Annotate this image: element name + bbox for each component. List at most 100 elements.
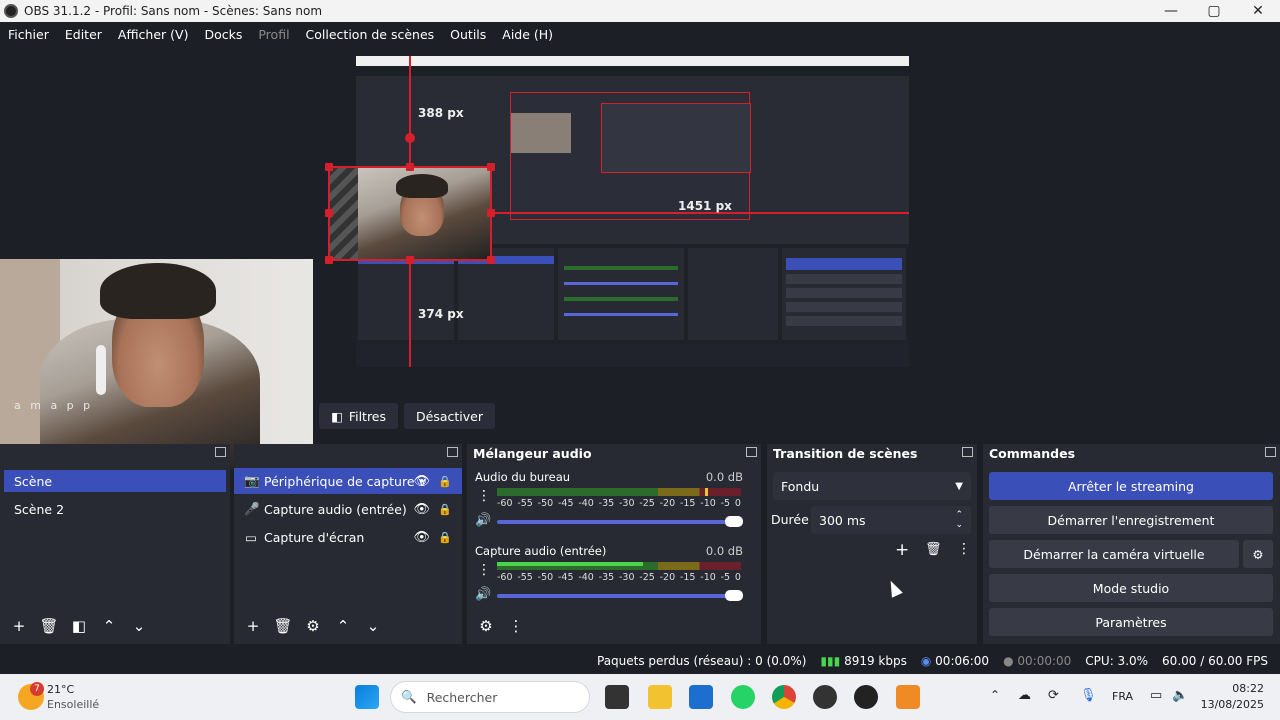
rotation-handle[interactable] [405, 133, 415, 143]
undock-icon[interactable] [215, 447, 226, 457]
resize-handle-b[interactable] [406, 256, 414, 264]
task-view-icon[interactable] [605, 685, 629, 709]
remove-scene-trash-icon[interactable]: 🗑 [36, 617, 62, 635]
start-recording-button[interactable]: Démarrer l'enregistrement [989, 506, 1273, 534]
channel-menu-icon[interactable]: ⋮ [477, 562, 491, 578]
resize-handle-l[interactable] [325, 209, 333, 217]
visibility-eye-icon[interactable]: 👁 [413, 530, 430, 545]
minimize-button[interactable]: — [1149, 0, 1193, 22]
preview-nested-taskbar [356, 344, 909, 367]
settings-button[interactable]: Paramètres [989, 608, 1273, 636]
remove-source-trash-icon[interactable]: 🗑 [270, 617, 296, 635]
source-item-audio-input[interactable]: 🎤 Capture audio (entrée) 👁 🔒 [234, 496, 462, 522]
whatsapp-icon[interactable] [731, 685, 755, 709]
menu-scene-collection[interactable]: Collection de scènes [298, 27, 443, 42]
speaker-icon[interactable]: 🔊 [475, 513, 491, 528]
transition-select[interactable]: Fondu ▼ [773, 472, 971, 500]
menu-profile[interactable]: Profil [250, 27, 297, 42]
scenes-dock: Scène Scène 2 + 🗑 ◧ ⌃ ⌄ [0, 444, 230, 644]
maximize-button[interactable]: ▢ [1192, 0, 1236, 22]
transition-menu-icon[interactable]: ⋮ [957, 541, 971, 557]
resize-handle-tl[interactable] [325, 163, 333, 171]
tray-network-icon[interactable]: ☁ [1018, 688, 1031, 703]
resize-handle-t[interactable] [406, 163, 414, 171]
menu-view[interactable]: Afficher (V) [110, 27, 197, 42]
obs-taskbar-icon-2[interactable] [854, 685, 878, 709]
transitions-dock: Transition de scènes Fondu ▼ Durée 300 m… [767, 444, 977, 644]
resize-handle-bl[interactable] [325, 256, 333, 264]
move-down-chevron-icon[interactable]: ⌄ [126, 617, 152, 635]
tray-time[interactable]: 08:22 [1208, 682, 1264, 695]
lock-icon[interactable]: 🔒 [438, 531, 452, 544]
studio-mode-button[interactable]: Mode studio [989, 574, 1273, 602]
tray-chevron-up-icon[interactable]: ⌃ [990, 688, 1000, 702]
taskbar-search[interactable]: 🔍 Rechercher [390, 681, 590, 713]
file-explorer-icon[interactable] [648, 685, 672, 709]
tray-sync-icon[interactable]: ⟳ [1048, 688, 1059, 703]
resize-handle-tr[interactable] [487, 163, 495, 171]
weather-desc[interactable]: Ensoleillé [47, 698, 99, 711]
measure-top-label: 388 px [418, 106, 464, 120]
status-bar: Paquets perdus (réseau) : 0 (0.0%) ▮▮▮ 8… [0, 648, 1280, 674]
source-item-video-capture[interactable]: 📷 Périphérique de capture v 👁 🔒 [234, 468, 462, 494]
lock-icon[interactable]: 🔒 [438, 475, 452, 488]
tray-language[interactable]: FRA [1112, 690, 1133, 703]
visibility-eye-icon[interactable]: 👁 [413, 502, 430, 517]
undock-icon[interactable] [447, 447, 458, 457]
resize-handle-r[interactable] [487, 209, 495, 217]
duration-spinbox[interactable]: 300 ms ⌃ ⌄ [811, 506, 971, 534]
close-button[interactable]: ✕ [1236, 0, 1280, 22]
move-down-chevron-icon[interactable]: ⌄ [360, 617, 386, 635]
menu-tools[interactable]: Outils [442, 27, 494, 42]
add-source-button[interactable]: + [240, 617, 266, 635]
volume-knob[interactable] [725, 590, 743, 601]
tray-date[interactable]: 13/08/2025 [1200, 698, 1264, 711]
tray-display-icon[interactable]: ▭ [1150, 688, 1162, 703]
scene-item-2[interactable]: Scène 2 [4, 498, 226, 520]
undock-icon[interactable] [962, 447, 973, 457]
ms-store-icon[interactable] [689, 685, 713, 709]
undock-icon[interactable] [1265, 447, 1276, 457]
add-scene-button[interactable]: + [6, 617, 32, 635]
weather-temp[interactable]: 21°C [47, 683, 74, 696]
tray-volume-icon[interactable]: 🔈 [1172, 688, 1188, 703]
db-tick-label: -30 [618, 572, 635, 583]
scene-filters-icon[interactable]: ◧ [66, 617, 92, 635]
windows-start-icon[interactable] [355, 685, 379, 709]
selection-bounding-box[interactable] [328, 166, 492, 261]
volume-knob[interactable] [725, 516, 743, 527]
volume-slider[interactable] [497, 590, 743, 601]
menu-file[interactable]: Fichier [0, 27, 57, 42]
move-up-chevron-icon[interactable]: ⌃ [96, 617, 122, 635]
db-tick-label: -25 [639, 498, 655, 509]
source-properties-gear-icon[interactable]: ⚙ [300, 617, 326, 635]
volume-slider[interactable] [497, 516, 743, 527]
visibility-eye-icon[interactable]: 👁 [413, 474, 430, 489]
add-transition-button[interactable]: + [895, 540, 909, 560]
advanced-audio-gear-icon[interactable]: ⚙ [473, 617, 499, 635]
app-icon-orange[interactable] [896, 685, 920, 709]
undock-icon[interactable] [746, 447, 757, 457]
remove-transition-trash-icon[interactable]: 🗑 [925, 542, 942, 557]
move-up-chevron-icon[interactable]: ⌃ [330, 617, 356, 635]
obs-taskbar-icon[interactable] [813, 685, 837, 709]
lock-icon[interactable]: 🔒 [438, 503, 452, 516]
speaker-icon[interactable]: 🔊 [475, 587, 491, 602]
chrome-icon[interactable] [772, 685, 796, 709]
stop-streaming-button[interactable]: Arrêter le streaming [989, 472, 1273, 500]
start-virtualcam-button[interactable]: Démarrer la caméra virtuelle [989, 540, 1239, 568]
filters-button[interactable]: ◧ Filtres [319, 403, 399, 429]
menu-docks[interactable]: Docks [196, 27, 250, 42]
resize-handle-br[interactable] [487, 256, 495, 264]
scene-item-1[interactable]: Scène [4, 470, 226, 492]
virtualcam-settings-gear-icon[interactable]: ⚙ [1243, 540, 1273, 568]
channel-menu-icon[interactable]: ⋮ [477, 488, 491, 504]
menu-edit[interactable]: Editer [57, 27, 110, 42]
tray-mic-icon[interactable]: 🎙 [1080, 688, 1097, 703]
source-item-screen-capture[interactable]: ▭ Capture d'écran 👁 🔒 [234, 524, 462, 550]
menu-help[interactable]: Aide (H) [494, 27, 561, 42]
mixer-menu-icon[interactable]: ⋮ [503, 617, 529, 635]
spin-arrows-icon[interactable]: ⌃ ⌄ [955, 510, 963, 530]
deactivate-button[interactable]: Désactiver [404, 403, 495, 429]
camera-icon: 📷 [244, 473, 260, 488]
